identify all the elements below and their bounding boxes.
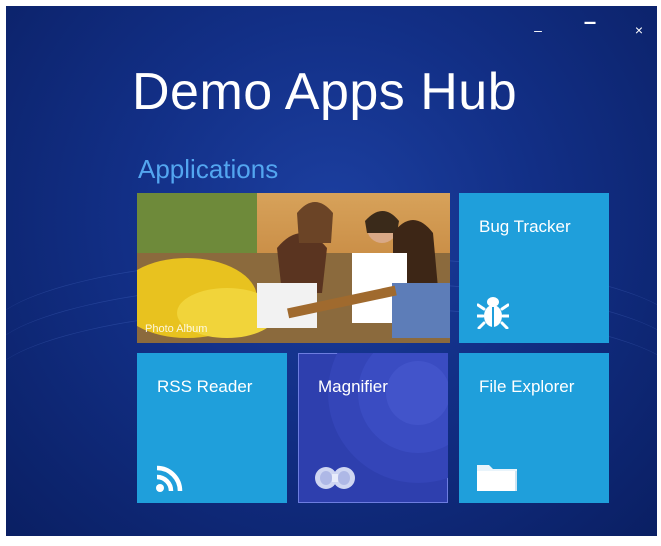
tile-magnifier[interactable]: Magnifier	[298, 353, 448, 503]
folder-icon	[477, 465, 517, 491]
tile-label: Magnifier	[318, 377, 388, 396]
tile-label: Bug Tracker	[479, 217, 571, 236]
minimize-button[interactable]: –	[527, 20, 549, 40]
tile-label: Photo Album	[145, 323, 208, 335]
tile-file-explorer[interactable]: File Explorer	[459, 353, 609, 503]
maximize-button[interactable]: ▔	[579, 20, 601, 40]
tile-rss-reader[interactable]: RSS Reader	[137, 353, 287, 503]
rss-icon	[156, 465, 183, 492]
tile-bug-tracker[interactable]: Bug Tracker	[459, 193, 609, 343]
bug-icon	[477, 297, 509, 329]
photo-album-image	[137, 193, 450, 343]
magnifier-icon	[315, 467, 355, 489]
tile-photo-album[interactable]: Photo Album	[137, 193, 450, 343]
page-title: Demo Apps Hub	[132, 63, 518, 121]
close-button[interactable]: ×	[628, 20, 650, 40]
app-window: – ▔ × Demo Apps Hub Applications Photo A…	[6, 6, 657, 536]
tile-label: File Explorer	[479, 377, 575, 396]
tile-label: RSS Reader	[157, 377, 253, 396]
section-heading: Applications	[138, 154, 279, 184]
